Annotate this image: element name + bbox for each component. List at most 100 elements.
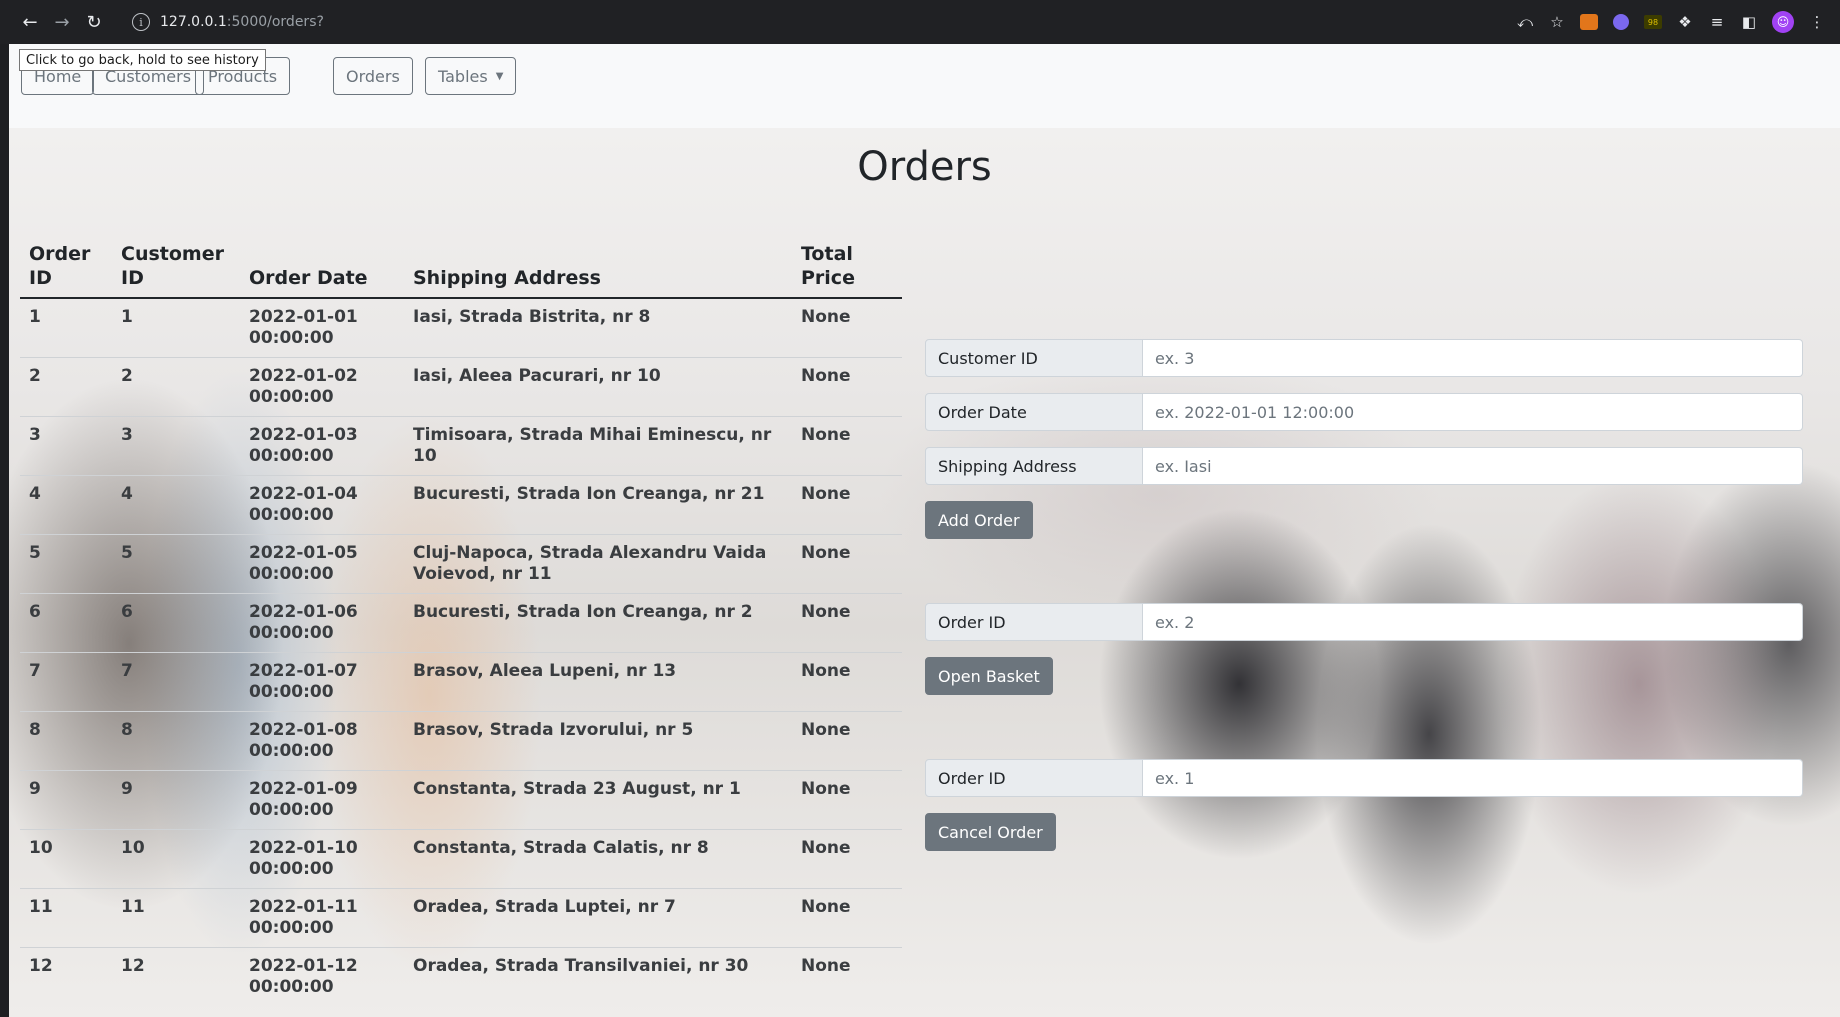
- table-row: 9 9 2022-01-09 00:00:00 Constanta, Strada 2…: [20, 769, 902, 829]
- page-title: Orders: [857, 144, 992, 190]
- cell-order-id: 4: [20, 474, 112, 534]
- side-panel-icon[interactable]: ◧: [1740, 13, 1758, 31]
- cell-shipping-address: Bucuresti, Strada Ion Creanga, nr 21: [404, 474, 792, 534]
- cell-shipping-address: Brasov, Strada Izvorului, nr 5: [404, 710, 792, 770]
- basket-order-id-input[interactable]: [1143, 603, 1803, 641]
- share-icon[interactable]: ⤺: [1516, 13, 1534, 31]
- back-arrow-icon[interactable]: ←: [18, 10, 42, 34]
- cell-total-price: None: [792, 651, 902, 711]
- nav-orders-button[interactable]: Orders: [333, 57, 413, 95]
- site-info-icon[interactable]: i: [132, 13, 150, 31]
- cell-customer-id: 9: [112, 769, 240, 829]
- forward-arrow-icon[interactable]: →: [50, 10, 74, 34]
- customer-id-label: Customer ID: [925, 339, 1143, 377]
- puzzle-extensions-icon[interactable]: ❖: [1676, 13, 1694, 31]
- nav-tables-dropdown[interactable]: Tables ▼: [425, 57, 517, 95]
- header-total-price: Total Price: [792, 234, 902, 299]
- customer-id-input-group: Customer ID: [925, 339, 1803, 377]
- reload-icon[interactable]: ↻: [82, 10, 106, 34]
- cell-order-id: 10: [20, 828, 112, 888]
- cell-total-price: None: [801, 307, 851, 327]
- shipping-address-input-group: Shipping Address: [925, 447, 1803, 485]
- cell-order-date: 2022-01-02 00:00:00: [240, 356, 404, 416]
- cell-order-id: 6: [20, 592, 112, 652]
- table-row: 11 11 2022-01-11 00:00:00 Oradea, Strada Lu…: [20, 887, 902, 947]
- cell-shipping-address: Oradea, Strada Transilvaniei, nr 30: [404, 946, 792, 1006]
- browser-toolbar: ← → ↻ i 127.0.0.1:5000/orders? ⤺ ☆ 98 ❖ …: [0, 0, 1840, 44]
- cancel-order-button[interactable]: Cancel Order: [925, 813, 1056, 851]
- cell-order-date: 2022-01-04 00:00:00: [240, 474, 404, 534]
- cell-total-price: None: [792, 710, 902, 770]
- cell-shipping-address: Timisoara, Strada Mihai Eminescu, nr 10: [404, 415, 792, 475]
- cell-customer-id: 4: [112, 474, 240, 534]
- header-order-id: Order ID: [20, 234, 112, 299]
- customer-id-input[interactable]: [1143, 339, 1803, 377]
- table-body: 1 1 2022-01-01 00:00:00 Iasi, Strada Bistri…: [20, 298, 902, 1006]
- back-button-tooltip: Click to go back, hold to see history: [19, 49, 266, 71]
- table-row: 6 6 2022-01-06 00:00:00 Bucuresti, Strada I…: [20, 592, 902, 652]
- cancel-order-id-label: Order ID: [925, 759, 1143, 797]
- cell-customer-id: 11: [112, 887, 240, 947]
- cell-order-date: 2022-01-05 00:00:00: [240, 533, 404, 593]
- table-row: 4 4 2022-01-04 00:00:00 Bucuresti, Strada I…: [20, 474, 902, 534]
- cell-customer-id: 10: [112, 828, 240, 888]
- cell-order-date: 2022-01-09 00:00:00: [240, 769, 404, 829]
- basket-order-id-input-group: Order ID: [925, 603, 1803, 641]
- profile-avatar[interactable]: ☺: [1772, 11, 1794, 33]
- top-navbar: Home Customers Products Orders Tables ▼: [9, 44, 1840, 128]
- table-row: 7 7 2022-01-07 00:00:00 Brasov, Aleea Lupen…: [20, 651, 902, 711]
- cell-order-id: 3: [20, 415, 112, 475]
- cell-total-price: None: [792, 828, 902, 888]
- menu-kebab-icon[interactable]: ⋮: [1808, 13, 1826, 31]
- cell-customer-id: 7: [112, 651, 240, 711]
- page-viewport: Home Customers Products Orders Tables ▼ …: [9, 44, 1840, 1017]
- table-row: 1 1 2022-01-01 00:00:00 Iasi, Strada Bistri…: [20, 298, 902, 357]
- cell-customer-id: 6: [112, 592, 240, 652]
- table-row: 5 5 2022-01-05 00:00:00 Cluj-Napoca, Strada…: [20, 533, 902, 593]
- basket-order-id-label: Order ID: [925, 603, 1143, 641]
- nav-tables-label: Tables: [438, 66, 488, 86]
- cell-total-price: None: [792, 415, 902, 475]
- cell-order-id: 5: [20, 533, 112, 593]
- table-header-row: Order ID Customer ID Order Date Shipping…: [20, 234, 902, 299]
- cell-order-id: 11: [20, 887, 112, 947]
- header-customer-id: Customer ID: [112, 234, 240, 299]
- cell-order-id: 12: [20, 946, 112, 1006]
- shipping-address-input[interactable]: [1143, 447, 1803, 485]
- cell-order-id: 2: [20, 356, 112, 416]
- order-date-label: Order Date: [925, 393, 1143, 431]
- cell-total-price: None: [792, 946, 902, 1006]
- add-order-button[interactable]: Add Order: [925, 501, 1033, 539]
- cell-total-price: None: [792, 887, 902, 947]
- bookmark-star-icon[interactable]: ☆: [1548, 13, 1566, 31]
- cell-customer-id: 8: [112, 710, 240, 770]
- cell-order-id: 8: [20, 710, 112, 770]
- caret-down-icon: ▼: [495, 70, 504, 82]
- cell-customer-id: 3: [112, 415, 240, 475]
- order-date-input-group: Order Date: [925, 393, 1803, 431]
- open-basket-button[interactable]: Open Basket: [925, 657, 1053, 695]
- ghost-extension-icon[interactable]: [1612, 13, 1630, 31]
- reading-list-icon[interactable]: ≡: [1708, 13, 1726, 31]
- cancel-order-id-input-group: Order ID: [925, 759, 1803, 797]
- order-date-input[interactable]: [1143, 393, 1803, 431]
- table-row: 3 3 2022-01-03 00:00:00 Timisoara, Strada M…: [20, 415, 902, 475]
- table-row: 8 8 2022-01-08 00:00:00 Brasov, Strada Izvo…: [20, 710, 902, 770]
- cell-shipping-address: Iasi, Aleea Pacurari, nr 10: [404, 356, 792, 416]
- address-bar[interactable]: i 127.0.0.1:5000/orders?: [120, 6, 1470, 38]
- badge-extension-icon[interactable]: 98: [1644, 13, 1662, 31]
- cell-order-id: 1: [29, 307, 41, 327]
- cell-total-price: None: [792, 533, 902, 593]
- cell-total-price: None: [792, 769, 902, 829]
- header-order-date: Order Date: [240, 234, 404, 299]
- fox-extension-icon[interactable]: [1580, 13, 1598, 31]
- cell-order-date: 2022-01-08 00:00:00: [240, 710, 404, 770]
- cancel-order-id-input[interactable]: [1143, 759, 1803, 797]
- cell-order-id: 9: [20, 769, 112, 829]
- table-row: 12 12 2022-01-12 00:00:00 Oradea, Strada Tr…: [20, 946, 902, 1006]
- cell-shipping-address: Constanta, Strada Calatis, nr 8: [404, 828, 792, 888]
- cell-order-id: 7: [20, 651, 112, 711]
- cell-order-date: 2022-01-07 00:00:00: [240, 651, 404, 711]
- cell-order-date: 2022-01-11 00:00:00: [240, 887, 404, 947]
- cell-shipping-address: Oradea, Strada Luptei, nr 7: [404, 887, 792, 947]
